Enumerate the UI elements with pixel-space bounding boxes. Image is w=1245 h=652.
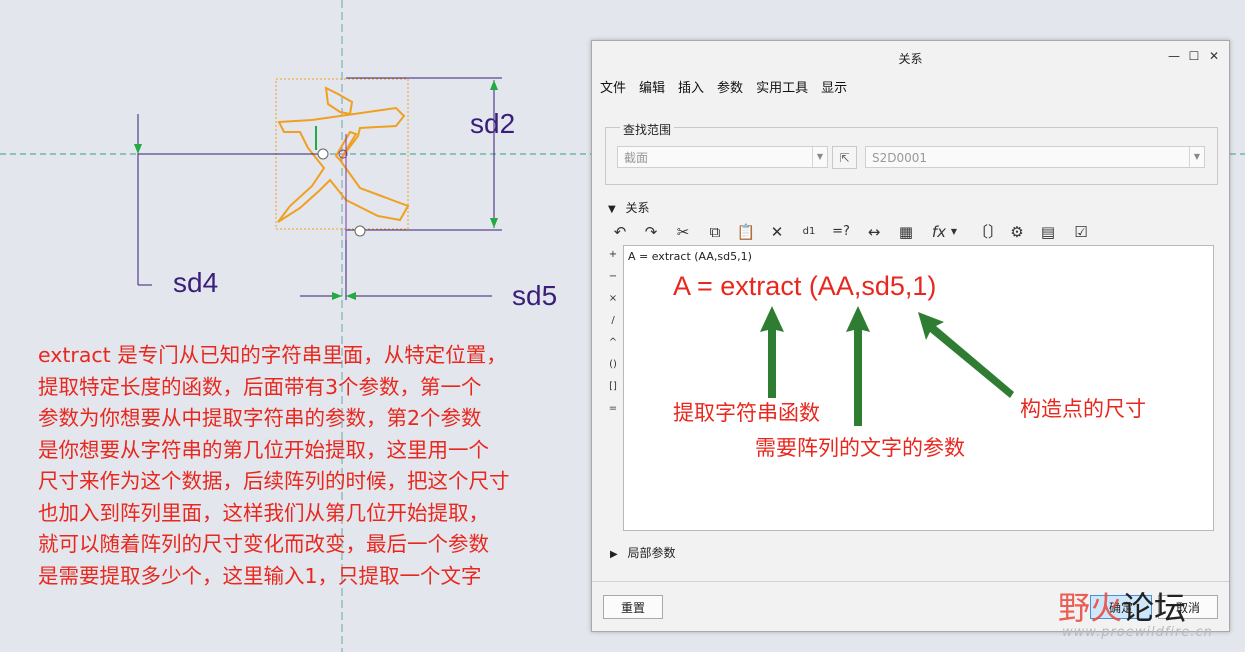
annotation-function-label: 提取字符串函数 (673, 401, 820, 425)
watermark-logo: 野火论坛 (1058, 583, 1186, 629)
annotation-dim-label: 构造点的尺寸 (1020, 397, 1146, 421)
annotation-arrows (760, 306, 1014, 426)
watermark-part2: 论坛 (1122, 589, 1187, 627)
watermark-part1: 野火 (1058, 589, 1123, 627)
annotation-param-label: 需要阵列的文字的参数 (755, 436, 965, 460)
watermark-url: www.proewildfire.cn (1062, 625, 1213, 640)
